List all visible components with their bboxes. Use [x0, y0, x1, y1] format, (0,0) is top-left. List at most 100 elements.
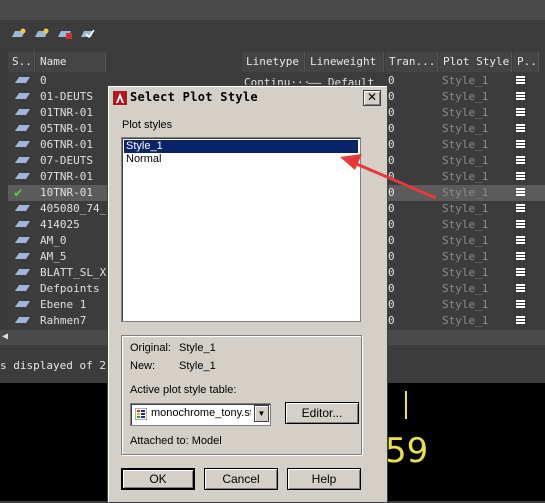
- layer-status-icon[interactable]: [14, 221, 31, 227]
- printer-icon[interactable]: [516, 300, 525, 309]
- layer-name[interactable]: 405080_74_X: [40, 201, 106, 217]
- layer-plot-style[interactable]: Style_1: [442, 89, 488, 105]
- delete-layer-icon[interactable]: [58, 28, 72, 39]
- column-header-status[interactable]: S..: [8, 52, 35, 72]
- layer-transparency[interactable]: 0: [388, 249, 395, 265]
- layer-name[interactable]: 07TNR-01: [40, 169, 106, 185]
- layer-plot-style[interactable]: Style_1: [442, 201, 488, 217]
- printer-icon[interactable]: [516, 76, 525, 85]
- printer-icon[interactable]: [516, 204, 525, 213]
- layer-transparency[interactable]: 0: [388, 281, 395, 297]
- printer-icon[interactable]: [516, 188, 525, 197]
- dialog-titlebar[interactable]: Select Plot Style ✕: [110, 88, 385, 108]
- layer-plot-style[interactable]: Style_1: [442, 217, 488, 233]
- layer-status-icon[interactable]: [14, 141, 31, 147]
- layer-status-icon[interactable]: [14, 173, 31, 179]
- current-layer-check-icon[interactable]: ✔: [14, 185, 22, 201]
- layer-status-icon[interactable]: [14, 77, 31, 83]
- layer-transparency[interactable]: 0: [388, 201, 395, 217]
- layer-transparency[interactable]: 0: [388, 233, 395, 249]
- printer-icon[interactable]: [516, 268, 525, 277]
- layer-transparency[interactable]: 0: [388, 137, 395, 153]
- column-header-plot[interactable]: P..: [513, 52, 539, 72]
- layer-transparency[interactable]: 0: [388, 297, 395, 313]
- layer-transparency[interactable]: 0: [388, 73, 395, 89]
- plot-styles-listbox[interactable]: Style_1 Normal: [121, 137, 361, 322]
- column-header-name[interactable]: Name: [36, 52, 106, 72]
- layer-name[interactable]: 01TNR-01: [40, 105, 106, 121]
- dropdown-arrow-icon[interactable]: ▼: [254, 405, 269, 422]
- layer-name[interactable]: 01-DEUTS: [40, 89, 106, 105]
- layer-name[interactable]: AM_5: [40, 249, 106, 265]
- layer-name[interactable]: Ebene 1: [40, 297, 106, 313]
- help-button[interactable]: Help: [287, 468, 361, 490]
- layer-transparency[interactable]: 0: [388, 105, 395, 121]
- layer-plot-style[interactable]: Style_1: [442, 313, 488, 329]
- layer-transparency[interactable]: 0: [388, 265, 395, 281]
- layer-name[interactable]: 05TNR-01: [40, 121, 106, 137]
- layer-transparency[interactable]: 0: [388, 313, 395, 329]
- layer-status-icon[interactable]: [14, 93, 31, 99]
- layer-name[interactable]: AM_0: [40, 233, 106, 249]
- layer-name[interactable]: 0: [40, 73, 106, 89]
- layer-plot-style[interactable]: Style_1: [442, 153, 488, 169]
- printer-icon[interactable]: [516, 220, 525, 229]
- layer-name[interactable]: BLATT_SL_XX: [40, 265, 106, 281]
- layer-plot-style[interactable]: Style_1: [442, 105, 488, 121]
- column-header-plot-style[interactable]: Plot Style: [439, 52, 512, 72]
- layer-name[interactable]: 07-DEUTS: [40, 153, 106, 169]
- layer-status-icon[interactable]: [14, 301, 31, 307]
- layer-plot-style[interactable]: Style_1: [442, 185, 488, 201]
- column-header-lineweight[interactable]: Lineweight: [306, 52, 384, 72]
- layer-transparency[interactable]: 0: [388, 169, 395, 185]
- printer-icon[interactable]: [516, 140, 525, 149]
- layer-transparency[interactable]: 0: [388, 185, 395, 201]
- column-header-transparency[interactable]: Tran...: [385, 52, 438, 72]
- active-plot-style-table-select[interactable]: monochrome_tony.stb ▼: [130, 403, 271, 426]
- layer-plot-style[interactable]: Style_1: [442, 137, 488, 153]
- layer-status-icon[interactable]: [14, 285, 31, 291]
- printer-icon[interactable]: [516, 284, 525, 293]
- column-header-linetype[interactable]: Linetype: [242, 52, 305, 72]
- cancel-button[interactable]: Cancel: [204, 468, 278, 490]
- plot-style-item-normal[interactable]: Normal: [124, 153, 358, 166]
- printer-icon[interactable]: [516, 172, 525, 181]
- layer-status-icon[interactable]: [14, 253, 31, 259]
- layer-plot-style[interactable]: Style_1: [442, 169, 488, 185]
- new-layer-icon[interactable]: [12, 28, 26, 39]
- printer-icon[interactable]: [516, 124, 525, 133]
- layer-plot-style[interactable]: Style_1: [442, 265, 488, 281]
- set-current-icon[interactable]: [81, 28, 95, 39]
- layer-transparency[interactable]: 0: [388, 89, 395, 105]
- printer-icon[interactable]: [516, 236, 525, 245]
- layer-status-icon[interactable]: [14, 109, 31, 115]
- ok-button[interactable]: OK: [121, 468, 195, 490]
- layer-name[interactable]: Defpoints: [40, 281, 106, 297]
- editor-button[interactable]: Editor...: [285, 402, 359, 424]
- printer-icon[interactable]: [516, 92, 525, 101]
- close-button[interactable]: ✕: [363, 90, 381, 106]
- printer-icon[interactable]: [516, 156, 525, 165]
- layer-plot-style[interactable]: Style_1: [442, 249, 488, 265]
- layer-status-icon[interactable]: [14, 125, 31, 131]
- layer-status-icon[interactable]: [14, 205, 31, 211]
- plot-style-item-style-1[interactable]: Style_1: [124, 140, 358, 153]
- layer-status-icon[interactable]: [14, 157, 31, 163]
- layer-plot-style[interactable]: Style_1: [442, 121, 488, 137]
- layer-name[interactable]: 10TNR-01: [40, 185, 106, 201]
- layer-plot-style[interactable]: Style_1: [442, 281, 488, 297]
- layer-name[interactable]: 414025: [40, 217, 106, 233]
- layer-name[interactable]: 06TNR-01: [40, 137, 106, 153]
- layer-plot-style[interactable]: Style_1: [442, 73, 488, 89]
- layer-plot-style[interactable]: Style_1: [442, 297, 488, 313]
- layer-name[interactable]: Rahmen7: [40, 313, 106, 329]
- layer-plot-style[interactable]: Style_1: [442, 233, 488, 249]
- new-layer-vp-frozen-icon[interactable]: [35, 28, 49, 39]
- layer-status-icon[interactable]: [14, 269, 31, 275]
- scroll-left-icon[interactable]: ◀: [2, 331, 8, 342]
- printer-icon[interactable]: [516, 108, 525, 117]
- layer-transparency[interactable]: 0: [388, 153, 395, 169]
- layer-status-icon[interactable]: [14, 317, 31, 323]
- printer-icon[interactable]: [516, 316, 525, 325]
- layer-transparency[interactable]: 0: [388, 217, 395, 233]
